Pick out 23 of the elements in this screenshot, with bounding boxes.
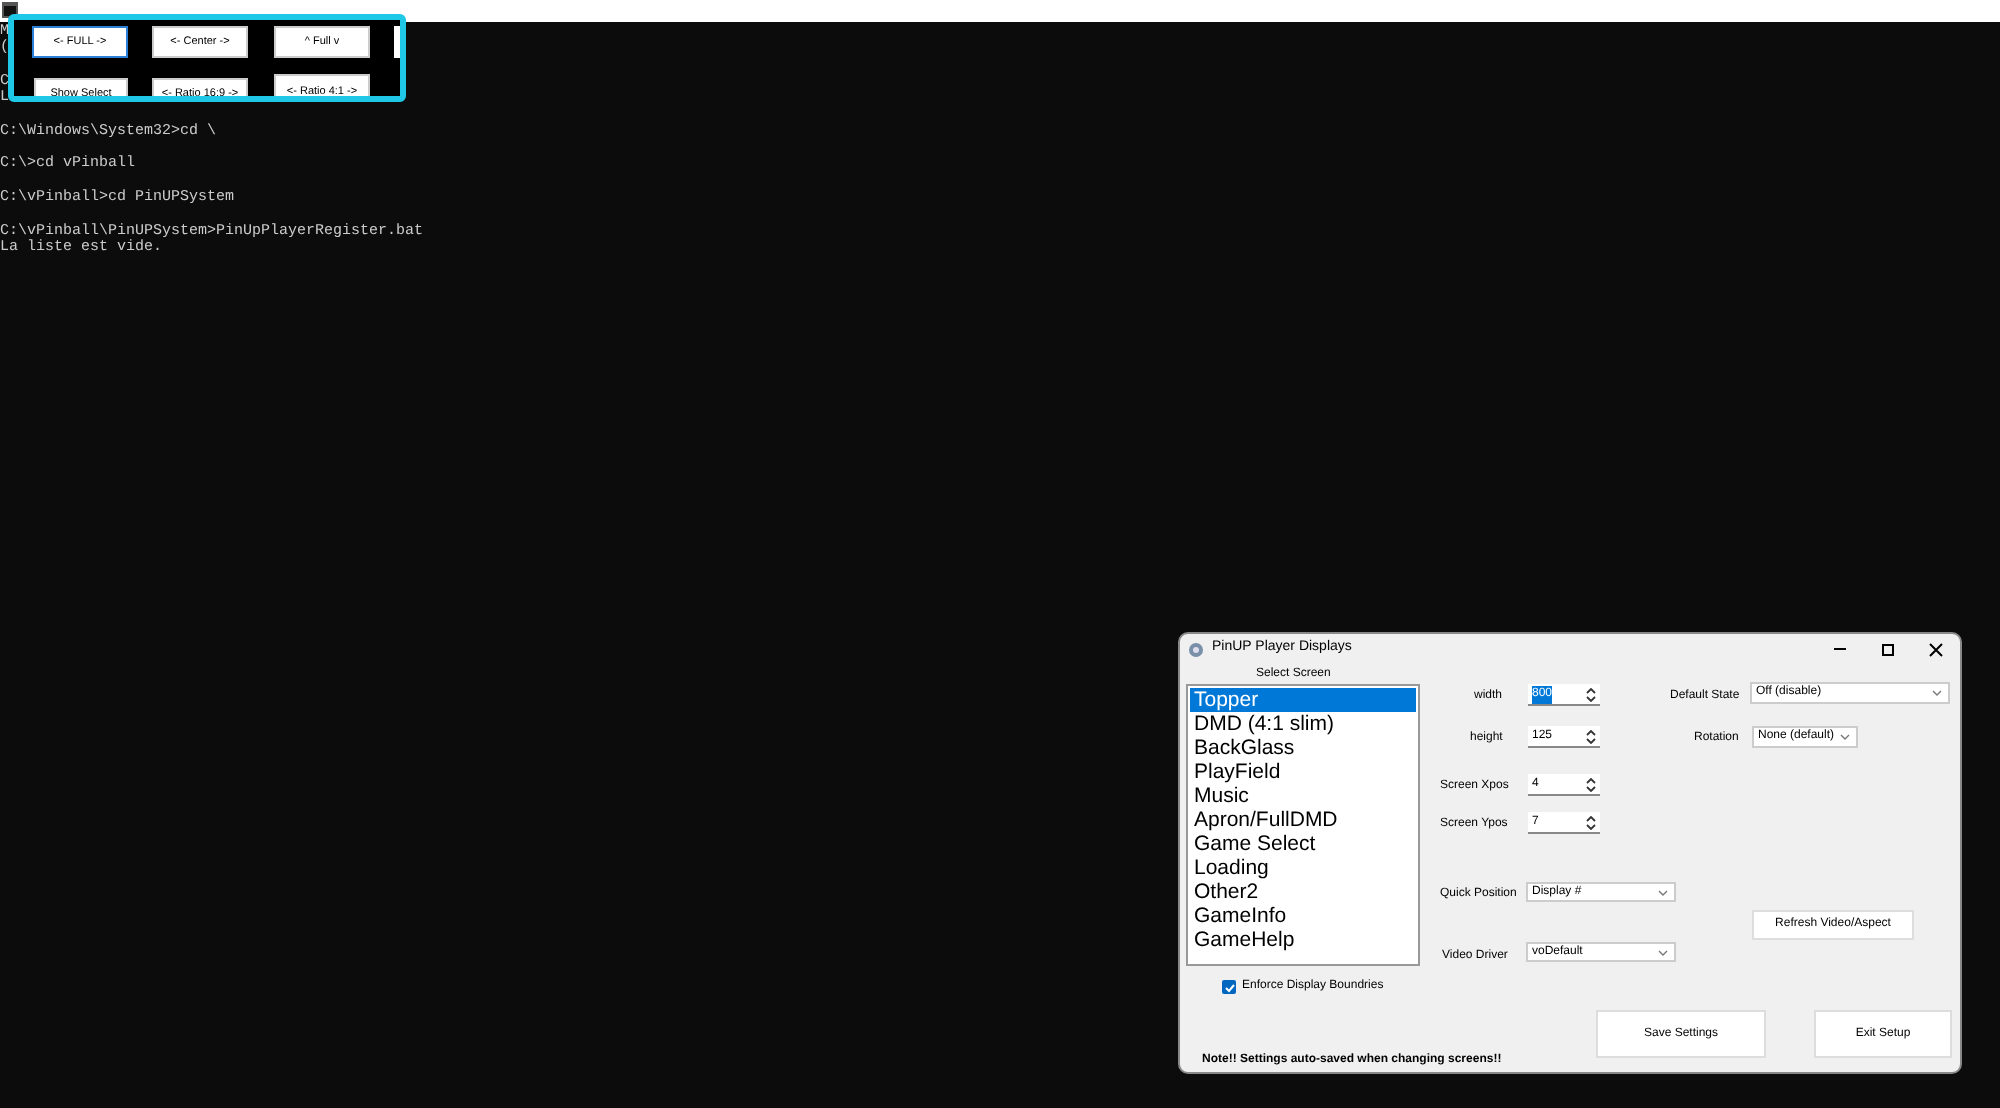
chevron-down-icon [1658, 949, 1668, 955]
checkbox[interactable] [1222, 980, 1236, 994]
screen-list-item[interactable]: DMD (4:1 slim) [1190, 712, 1416, 736]
app-icon [1188, 641, 1204, 657]
chevron-down-icon [1658, 889, 1668, 895]
screen-list-item[interactable]: Apron/FullDMD [1190, 808, 1416, 832]
spinner-arrows-icon[interactable] [1586, 815, 1596, 829]
screen-list-item[interactable]: PlayField [1190, 760, 1416, 784]
screen-list-item[interactable]: Topper [1190, 688, 1416, 712]
screen-list-item[interactable]: Loading [1190, 856, 1416, 880]
chevron-down-icon [1840, 734, 1850, 740]
screen-list-item[interactable]: Other2 [1190, 880, 1416, 904]
spinner-arrows-icon[interactable] [1586, 729, 1596, 743]
chevron-down-icon [1932, 690, 1942, 696]
screen-list-item[interactable]: GameInfo [1190, 904, 1416, 928]
screen-list-item[interactable]: BackGlass [1190, 736, 1416, 760]
screen-list-item[interactable]: GameHelp [1190, 928, 1416, 952]
spinner-arrows-icon[interactable] [1586, 687, 1596, 701]
screen-list[interactable]: Topper DMD (4:1 slim) BackGlass PlayField Music Apron/FullDMD Game Select Loading Other2 GameInfo GameHelp [1186, 684, 1420, 966]
screen-list-item[interactable]: Music [1190, 784, 1416, 808]
console-icon [2, 2, 18, 18]
screen-list-item[interactable]: Game Select [1190, 832, 1416, 856]
spinner-arrows-icon[interactable] [1586, 777, 1596, 791]
